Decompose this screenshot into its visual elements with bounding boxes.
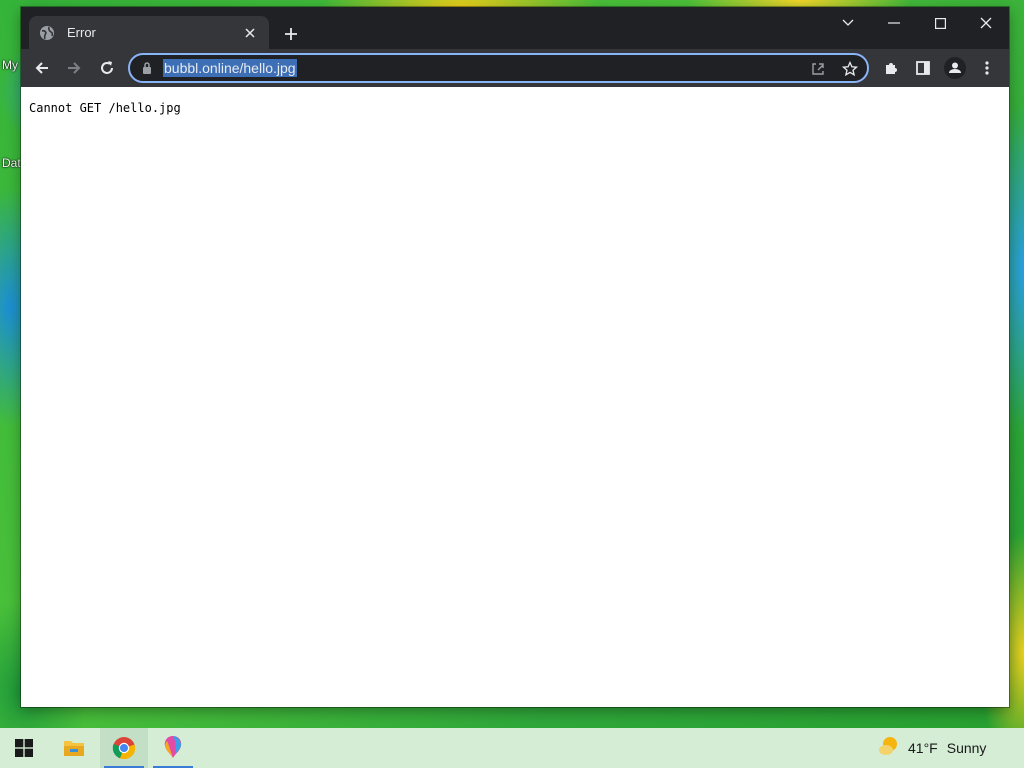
address-bar[interactable]: bubbl.online/hello.jpg: [128, 53, 869, 83]
chrome-icon[interactable]: [100, 728, 148, 768]
star-icon[interactable]: [839, 58, 861, 80]
sun-cloud-icon: [878, 735, 900, 762]
lock-icon[interactable]: [140, 61, 154, 75]
page-content: Cannot GET /hello.jpg: [21, 87, 1009, 707]
extensions-icon[interactable]: [877, 54, 905, 82]
maximize-icon[interactable]: [917, 7, 963, 39]
browser-window: Error bubbl.online/hello.jpg Cannot GET …: [21, 7, 1009, 707]
desktop-icon-label[interactable]: Dat: [2, 156, 21, 170]
more-icon[interactable]: [973, 54, 1001, 82]
share-icon[interactable]: [807, 58, 829, 80]
chevron-down-icon[interactable]: [825, 7, 871, 39]
plus-icon[interactable]: [279, 22, 303, 46]
arrow-left-icon[interactable]: [28, 54, 56, 82]
paint-icon[interactable]: [149, 728, 197, 768]
tab-error[interactable]: Error: [29, 16, 269, 49]
arrow-right-icon[interactable]: [60, 54, 88, 82]
windows-start-icon[interactable]: [0, 728, 48, 768]
error-message: Cannot GET /hello.jpg: [29, 101, 181, 115]
minimize-icon[interactable]: [871, 7, 917, 39]
weather-condition: Sunny: [946, 740, 987, 756]
profile-icon[interactable]: [941, 54, 969, 82]
file-explorer-icon[interactable]: [50, 728, 98, 768]
close-tab-icon[interactable]: [241, 24, 259, 42]
title-bar: Error: [21, 7, 1009, 49]
weather-widget[interactable]: 41°F Sunny: [878, 728, 986, 768]
reload-icon[interactable]: [93, 54, 121, 82]
browser-toolbar: bubbl.online/hello.jpg: [21, 49, 1009, 87]
desktop-icon-label[interactable]: My: [2, 58, 18, 72]
taskbar: 41°F Sunny: [0, 728, 1024, 768]
side-panel-icon[interactable]: [909, 54, 937, 82]
tab-title: Error: [67, 25, 96, 40]
close-icon[interactable]: [963, 7, 1009, 39]
temperature: 41°F: [908, 740, 938, 756]
globe-icon: [39, 25, 55, 41]
url-text[interactable]: bubbl.online/hello.jpg: [163, 59, 297, 77]
